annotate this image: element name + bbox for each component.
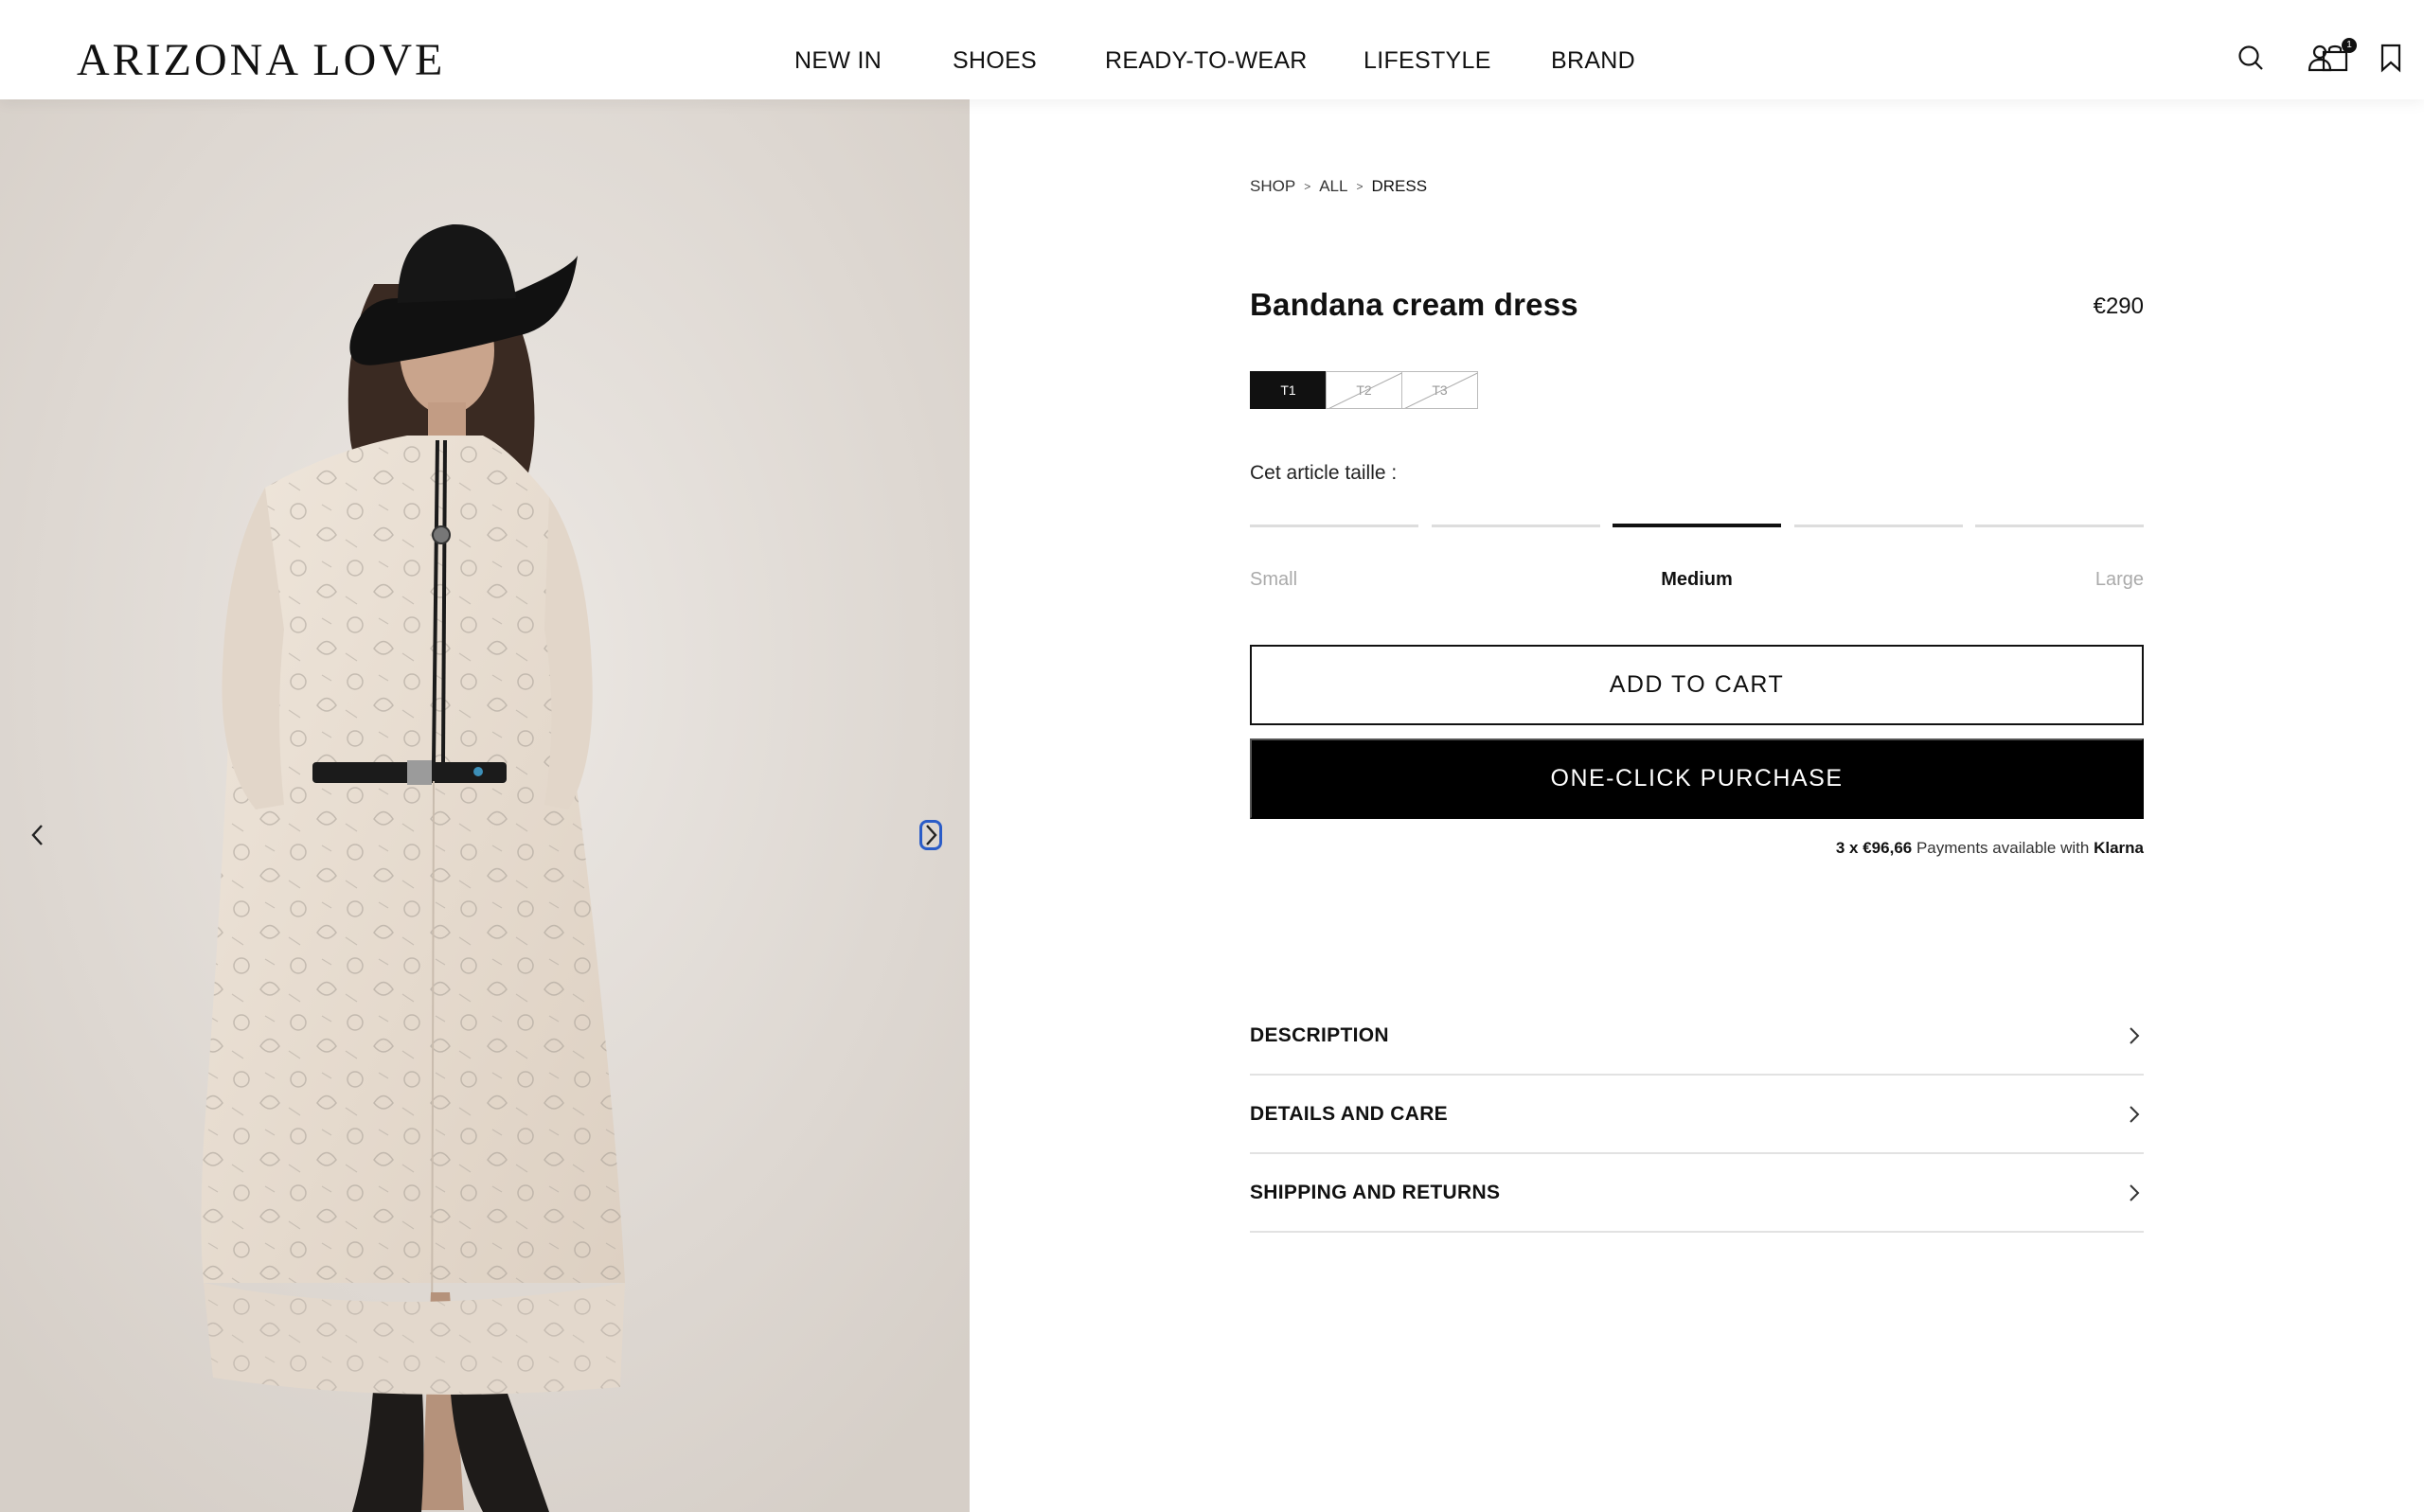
size-option-t3[interactable]: T3 [1401, 371, 1478, 409]
breadcrumb-separator: > [1356, 180, 1364, 193]
size-selector: T1 T2 T3 [1250, 371, 1478, 409]
site-header: ARIZONA LOVE NEW IN SHOES READY-TO-WEAR … [0, 0, 2424, 99]
fit-large-label: Large [2094, 569, 2144, 590]
fit-segment-active [1613, 524, 1781, 527]
breadcrumb-all[interactable]: ALL [1319, 177, 1347, 196]
accordion-label: SHIPPING AND RETURNS [1250, 1181, 1501, 1203]
fit-scale-labels: Small Medium Large [1250, 569, 2144, 597]
chevron-right-icon [2130, 1105, 2140, 1123]
fit-segment [1250, 525, 1418, 527]
nav-brand[interactable]: BRAND [1551, 47, 1635, 75]
product-photo [0, 99, 970, 1512]
accordion-shipping-and-returns[interactable]: SHIPPING AND RETURNS [1250, 1154, 2144, 1233]
breadcrumb-current: DRESS [1371, 177, 1428, 195]
bookmark-icon[interactable] [2375, 42, 2407, 74]
size-option-t1[interactable]: T1 [1250, 371, 1327, 409]
fit-scale [1250, 524, 2144, 527]
product-image-gallery[interactable] [0, 99, 970, 1512]
klarna-amount: 3 x €96,66 [1835, 839, 1913, 857]
product-title: Bandana cream dress [1250, 287, 1578, 322]
main-nav: NEW IN SHOES READY-TO-WEAR LIFESTYLE BRA… [0, 47, 2424, 80]
product-info-panel: SHOP > ALL > DRESS Bandana cream dress €… [1250, 99, 2144, 1236]
accordion-description[interactable]: DESCRIPTION [1250, 997, 2144, 1076]
add-to-cart-button[interactable]: ADD TO CART [1250, 645, 2144, 725]
product-price: €290 [2093, 294, 2144, 319]
breadcrumb: SHOP > ALL > DRESS [1250, 177, 1427, 196]
gallery-prev-arrow[interactable] [21, 814, 55, 856]
fit-segment [1975, 525, 2144, 527]
breadcrumb-separator: > [1304, 180, 1311, 193]
nav-lifestyle[interactable]: LIFESTYLE [1364, 47, 1491, 75]
accordion-label: DESCRIPTION [1250, 1023, 1389, 1046]
size-option-t2[interactable]: T2 [1326, 371, 1402, 409]
chevron-right-icon [2130, 1183, 2140, 1201]
nav-ready-to-wear[interactable]: READY-TO-WEAR [1105, 47, 1308, 75]
focus-ring [919, 820, 942, 850]
fit-segment [1793, 525, 1963, 527]
one-click-purchase-button[interactable]: ONE-CLICK PURCHASE [1250, 738, 2144, 819]
fit-small-label: Small [1250, 569, 1298, 590]
nav-shoes[interactable]: SHOES [953, 47, 1037, 75]
fit-segment [1431, 525, 1600, 527]
breadcrumb-shop[interactable]: SHOP [1250, 177, 1295, 196]
fit-label: Cet article taille : [1250, 462, 1398, 484]
chevron-left-icon [31, 825, 43, 845]
gallery-next-arrow[interactable] [914, 814, 948, 856]
shopping-bag-icon[interactable]: 1 [2319, 38, 2357, 74]
klarna-brand[interactable]: Klarna [2094, 839, 2144, 857]
klarna-text: Payments available with [1916, 839, 2090, 857]
chevron-right-icon [2130, 1026, 2140, 1044]
search-icon[interactable] [2235, 42, 2267, 74]
fit-medium-label: Medium [1661, 569, 1733, 590]
accordion-details-and-care[interactable]: DETAILS AND CARE [1250, 1076, 2144, 1154]
cart-count-badge: 1 [2342, 38, 2357, 53]
accordion-label: DETAILS AND CARE [1250, 1102, 1448, 1125]
product-accordion: DESCRIPTION DETAILS AND CARE SHIPPING AN… [1250, 997, 2144, 1233]
nav-new-in[interactable]: NEW IN [794, 47, 882, 75]
klarna-payment-info: 3 x €96,66 Payments available with Klarn… [1836, 839, 2144, 858]
